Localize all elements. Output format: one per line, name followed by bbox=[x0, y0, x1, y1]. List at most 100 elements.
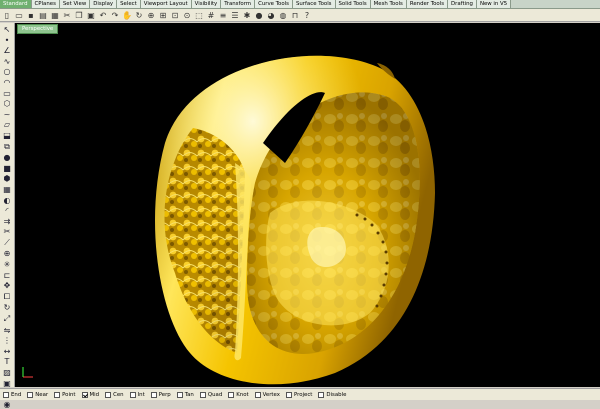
osnap-checkbox[interactable] bbox=[3, 391, 9, 398]
help-icon[interactable]: ? bbox=[302, 10, 312, 20]
print-icon[interactable]: ▤ bbox=[38, 10, 48, 20]
join-icon[interactable]: ⊕ bbox=[2, 249, 13, 258]
osnap-checkbox[interactable] bbox=[318, 391, 325, 398]
osnap-end[interactable]: End bbox=[3, 391, 21, 398]
loft-icon[interactable]: ⧉ bbox=[2, 142, 13, 152]
extrude-icon[interactable]: ⬓ bbox=[2, 131, 13, 140]
tab-drafting[interactable]: Drafting bbox=[448, 0, 477, 8]
osnap-checkbox[interactable] bbox=[176, 391, 183, 398]
block-icon[interactable]: ▣ bbox=[2, 379, 13, 388]
zoom-icon[interactable]: ⊕ bbox=[146, 10, 156, 20]
paste-icon[interactable]: ▣ bbox=[86, 10, 96, 20]
circle-icon[interactable]: ○ bbox=[2, 67, 13, 76]
properties-icon[interactable]: ☰ bbox=[230, 10, 240, 20]
osnap-quad[interactable]: Quad bbox=[199, 391, 222, 398]
mirror-icon[interactable]: ⇋ bbox=[2, 326, 13, 335]
save-icon[interactable]: ▪ bbox=[26, 10, 36, 20]
rotate-view-icon[interactable]: ↻ bbox=[134, 10, 144, 20]
explode-icon[interactable]: ✳ bbox=[2, 260, 13, 269]
group-icon[interactable]: ⊏ bbox=[2, 271, 13, 280]
osnap-tan[interactable]: Tan bbox=[176, 391, 194, 398]
tab-transform[interactable]: Transform bbox=[221, 0, 256, 8]
rectangle-icon[interactable]: ▭ bbox=[2, 89, 13, 98]
curve-icon[interactable]: ∿ bbox=[2, 57, 13, 66]
new-file-icon[interactable]: ▯ bbox=[2, 10, 12, 20]
material-icon[interactable]: ◍ bbox=[278, 10, 288, 20]
osnap-checkbox[interactable] bbox=[27, 391, 34, 398]
lock-icon[interactable]: ⊓ bbox=[290, 10, 300, 20]
osnap-project[interactable]: Project bbox=[285, 391, 312, 398]
dimension-icon[interactable]: ↔ bbox=[2, 347, 13, 356]
osnap-checkbox[interactable] bbox=[54, 391, 61, 398]
pointer-icon[interactable]: ↖ bbox=[2, 25, 13, 34]
tab-viewport-layout[interactable]: Viewport Layout bbox=[140, 0, 192, 8]
polyline-icon[interactable]: ∠ bbox=[2, 46, 13, 55]
tab-solid-tools[interactable]: Solid Tools bbox=[335, 0, 371, 8]
osnap-checkbox[interactable] bbox=[199, 391, 206, 398]
array-icon[interactable]: ⋮ bbox=[2, 336, 13, 345]
zoom-selected-icon[interactable]: ⊙ bbox=[182, 10, 192, 20]
osnap-checkbox[interactable] bbox=[129, 391, 136, 398]
copy-icon[interactable]: ❐ bbox=[74, 10, 84, 20]
osnap-checkbox[interactable] bbox=[150, 391, 157, 398]
trim-icon[interactable]: ✂ bbox=[2, 227, 13, 236]
osnap-checkbox[interactable] bbox=[285, 391, 292, 398]
boolean-icon[interactable]: ◐ bbox=[2, 196, 13, 205]
tab-mesh-tools[interactable]: Mesh Tools bbox=[370, 0, 407, 8]
free-curve-icon[interactable]: ~ bbox=[2, 110, 13, 119]
sphere-icon[interactable]: ● bbox=[2, 153, 13, 162]
mesh-icon[interactable]: ▦ bbox=[2, 185, 13, 194]
osnap-vertex[interactable]: Vertex bbox=[254, 391, 280, 398]
import-icon[interactable]: ▦ bbox=[50, 10, 60, 20]
tab-render-tools[interactable]: Render Tools bbox=[406, 0, 449, 8]
tab-cplanes[interactable]: CPlanes bbox=[31, 0, 60, 8]
osnap-perp[interactable]: Perp bbox=[150, 391, 171, 398]
osnap-knot[interactable]: Knot bbox=[228, 391, 249, 398]
scale-icon[interactable]: ⤢ bbox=[2, 314, 13, 324]
grid-icon[interactable]: # bbox=[206, 10, 216, 20]
select-icon[interactable]: ⬚ bbox=[194, 10, 204, 20]
pan-icon[interactable]: ✋ bbox=[122, 10, 132, 20]
box-icon[interactable]: ■ bbox=[2, 164, 13, 173]
osnap-int[interactable]: Int bbox=[129, 391, 145, 398]
osnap-checkbox[interactable] bbox=[254, 391, 261, 398]
arc-icon[interactable]: ◠ bbox=[2, 78, 13, 87]
render-sphere-icon[interactable]: ● bbox=[254, 10, 264, 20]
polygon-icon[interactable]: ⬡ bbox=[2, 99, 13, 108]
point-icon[interactable]: • bbox=[2, 36, 13, 45]
copy-obj-icon[interactable]: ⧠ bbox=[2, 292, 13, 302]
solid-icon[interactable]: ⬢ bbox=[2, 174, 13, 183]
osnap-checkbox[interactable] bbox=[228, 391, 235, 398]
rotate-icon[interactable]: ↻ bbox=[2, 303, 13, 312]
fillet-icon[interactable]: ◜ bbox=[2, 206, 13, 215]
hatch-icon[interactable]: ▨ bbox=[2, 368, 13, 377]
tab-select[interactable]: Select bbox=[117, 0, 141, 8]
move-icon[interactable]: ✥ bbox=[2, 281, 13, 290]
tab-surface-tools[interactable]: Surface Tools bbox=[292, 0, 336, 8]
offset-icon[interactable]: ⇉ bbox=[2, 217, 13, 226]
undo-icon[interactable]: ↶ bbox=[98, 10, 108, 20]
zoom-window-icon[interactable]: ⊞ bbox=[158, 10, 168, 20]
tab-standard[interactable]: Standard bbox=[0, 0, 32, 8]
tab-display[interactable]: Display bbox=[90, 0, 118, 8]
lightbulb-icon[interactable]: ✱ bbox=[242, 10, 252, 20]
osnap-point[interactable]: Point bbox=[54, 391, 76, 398]
redo-icon[interactable]: ↷ bbox=[110, 10, 120, 20]
layer-icon[interactable]: ≡ bbox=[218, 10, 228, 20]
render-icon[interactable]: ◉ bbox=[2, 400, 13, 409]
open-file-icon[interactable]: ▭ bbox=[14, 10, 24, 20]
osnap-checkbox[interactable] bbox=[81, 391, 88, 398]
split-icon[interactable]: ⟋ bbox=[2, 238, 13, 248]
osnap-mid[interactable]: Mid bbox=[81, 391, 99, 398]
surface-icon[interactable]: ▱ bbox=[2, 120, 13, 129]
tab-set-view[interactable]: Set View bbox=[59, 0, 91, 8]
osnap-disable[interactable]: Disable bbox=[318, 391, 346, 398]
osnap-checkbox[interactable] bbox=[105, 391, 112, 398]
tab-visibility[interactable]: Visibility bbox=[191, 0, 222, 8]
osnap-cen[interactable]: Cen bbox=[105, 391, 124, 398]
osnap-near[interactable]: Near bbox=[27, 391, 48, 398]
zoom-extents-icon[interactable]: ⊡ bbox=[170, 10, 180, 20]
text-icon[interactable]: T bbox=[2, 357, 13, 366]
cut-icon[interactable]: ✂ bbox=[62, 10, 72, 20]
tab-curve-tools[interactable]: Curve Tools bbox=[255, 0, 293, 8]
